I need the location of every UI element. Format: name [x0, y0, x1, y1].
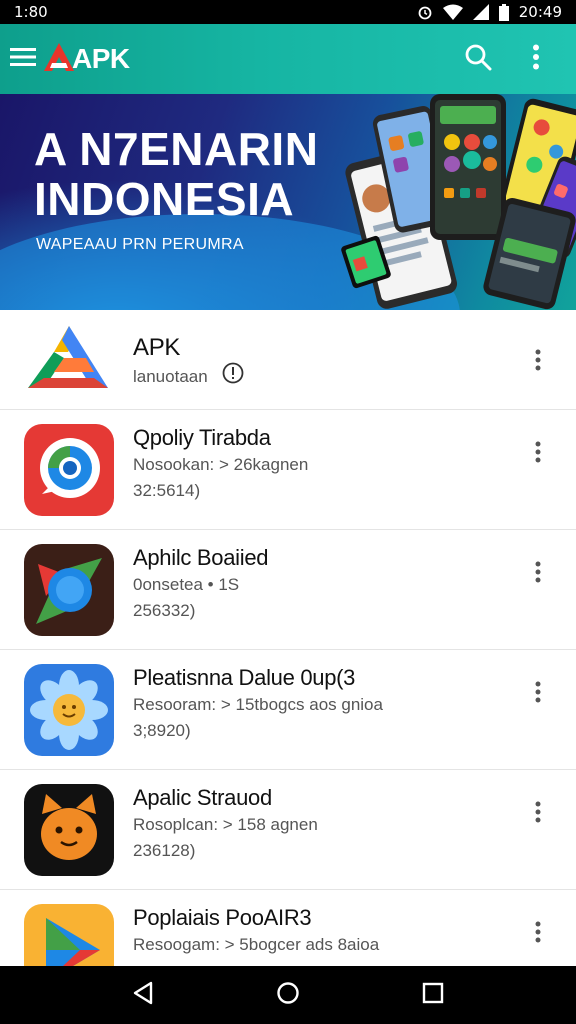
more-vert-icon [535, 441, 541, 468]
app-info-line: 0onsetea • 1S [133, 575, 240, 594]
item-more-button[interactable] [520, 436, 556, 472]
more-vert-icon [535, 801, 541, 828]
info-icon[interactable] [222, 362, 244, 392]
cat-face-app-icon [24, 784, 114, 876]
more-vert-icon [535, 561, 541, 588]
item-more-button[interactable] [520, 676, 556, 712]
item-more-button[interactable] [520, 556, 556, 592]
app-info-line: Nosookan: > 26kagnen [133, 455, 309, 474]
banner-title-line1: A N7ENARIN [34, 123, 319, 175]
wifi-icon [442, 4, 463, 20]
app-bar-actions [458, 39, 556, 79]
search-button[interactable] [458, 39, 498, 79]
app-text: Aphilc Boaiied 0onsetea • 1S 256332) [133, 544, 269, 624]
app-text: Pleatisnna Dalue 0up(3 Resooram: > 15tbo… [133, 664, 383, 744]
app-subtitle-row: lanuotaan [133, 362, 244, 392]
more-vert-icon [535, 681, 541, 708]
app-info-line: 3;8920) [133, 721, 191, 740]
list-item[interactable]: Aphilc Boaiied 0onsetea • 1S 256332) [0, 530, 576, 650]
app-info-line: Rosoplcan: > 158 agnen [133, 815, 318, 834]
app-list: APK lanuotaan Qpoliy Tirabda Nosookan: >… [0, 314, 576, 1010]
status-time: 1:80 [14, 3, 48, 21]
app-name: Poplaiais PooAIR3 [133, 905, 312, 930]
recents-icon [422, 982, 444, 1009]
item-more-button[interactable] [520, 916, 556, 952]
overflow-menu-button[interactable] [516, 39, 556, 79]
arrows-circle-app-icon [24, 544, 114, 636]
app-text: Poplaiais PooAIR3 Resoogam: > 5bogcer ad… [133, 904, 379, 958]
app-name: Aphilc Boaiied [133, 545, 269, 570]
more-vert-icon [535, 349, 541, 376]
banner-subtitle: WAPEAAU PRN PERUMRA [36, 236, 244, 253]
app-name: Pleatisnna Dalue 0up(3 [133, 665, 356, 690]
app-name: APK [133, 334, 181, 361]
app-text: Qpoliy Tirabda Nosookan: > 26kagnen 32:5… [133, 424, 308, 504]
list-item[interactable]: Apalic Strauod Rosoplcan: > 158 agnen 23… [0, 770, 576, 890]
promo-banner[interactable]: A N7ENARIN INDONESIA WAPEAAU PRN PERUMRA [0, 94, 576, 310]
app-info-line: 236128) [133, 841, 196, 860]
app-info-line: Resooram: > 15tbogcs aos gnioa [133, 695, 383, 714]
banner-title: A N7ENARIN INDONESIA [34, 124, 318, 224]
app-subtitle: lanuotaan [133, 367, 208, 386]
app-text: Apalic Strauod Rosoplcan: > 158 agnen 23… [133, 784, 318, 864]
alarm-icon [417, 4, 433, 20]
banner-title-line2: INDONESIA [34, 173, 295, 225]
apk-logo-icon [24, 322, 116, 402]
screen: 1:80 20:49 APK A N7ENARIN INDONESIA WAPE… [0, 0, 576, 1024]
nav-home-button[interactable] [263, 970, 313, 1020]
system-nav-bar [0, 966, 576, 1024]
status-clock-right: 20:49 [518, 3, 562, 21]
nav-back-button[interactable] [118, 970, 168, 1020]
home-icon [276, 981, 300, 1010]
list-item[interactable]: APK lanuotaan [0, 314, 576, 410]
list-item[interactable]: Qpoliy Tirabda Nosookan: > 26kagnen 32:5… [0, 410, 576, 530]
more-vert-icon [535, 921, 541, 948]
banner-phones-illustration [340, 94, 576, 310]
list-item[interactable]: Pleatisnna Dalue 0up(3 Resooram: > 15tbo… [0, 650, 576, 770]
chat-bubble-app-icon [24, 424, 114, 516]
sunflower-app-icon [24, 664, 114, 756]
menu-button[interactable] [4, 40, 42, 78]
logo-text: APK [72, 43, 130, 74]
app-name: Apalic Strauod [133, 785, 272, 810]
apk-a-logo-icon [42, 41, 76, 78]
search-icon [464, 43, 492, 76]
app-info-line: 256332) [133, 601, 196, 620]
app-logo[interactable]: APK [42, 41, 130, 78]
item-more-button[interactable] [520, 344, 556, 380]
app-bar: APK [0, 24, 576, 94]
app-name: Qpoliy Tirabda [133, 425, 271, 450]
app-info-line: Resoogam: > 5bogcer ads 8aioa [133, 935, 380, 954]
more-vert-icon [532, 44, 540, 75]
signal-icon [472, 4, 489, 20]
battery-icon [498, 3, 509, 21]
app-info-line: 32:5614) [133, 481, 201, 500]
nav-recents-button[interactable] [408, 970, 458, 1020]
status-bar: 1:80 20:49 [0, 0, 576, 24]
status-icons: 20:49 [417, 3, 562, 21]
back-icon [132, 981, 154, 1010]
item-more-button[interactable] [520, 796, 556, 832]
app-text: APK lanuotaan [133, 334, 244, 392]
menu-icon [10, 47, 36, 72]
